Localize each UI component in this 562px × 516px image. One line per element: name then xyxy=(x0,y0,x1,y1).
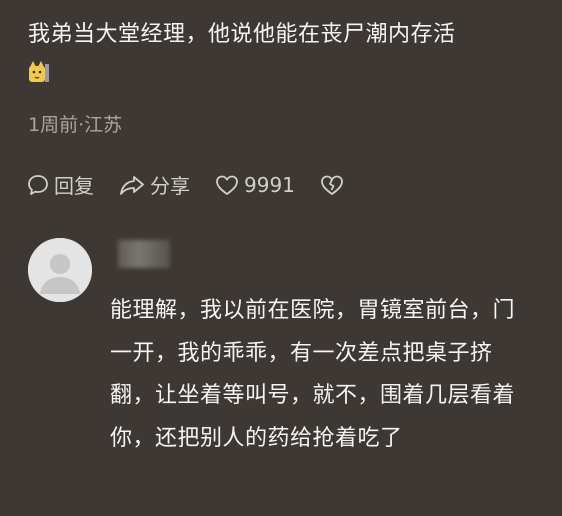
comment-text: 我弟当大堂经理，他说他能在丧尸潮内存活 xyxy=(28,22,456,47)
heart-icon xyxy=(216,175,238,195)
reply-button[interactable]: 回复 xyxy=(26,170,94,199)
dislike-button[interactable] xyxy=(319,173,349,197)
share-arrow-icon xyxy=(120,175,144,195)
broken-heart-icon xyxy=(321,175,343,195)
comment: 我弟当大堂经理，他说他能在丧尸潮内存活 xyxy=(28,18,548,88)
like-button[interactable]: 9991 xyxy=(214,173,295,197)
reply-label: 回复 xyxy=(54,174,94,198)
comment-meta: 1周前·江苏 xyxy=(28,114,123,136)
comment-actions: 回复 分享 9991 xyxy=(26,170,373,199)
cat-sticker-icon xyxy=(28,58,50,82)
comment-bubble-icon xyxy=(28,174,48,195)
share-button[interactable]: 分享 xyxy=(118,170,190,199)
blurred-username xyxy=(118,240,170,268)
reply-text: 能理解，我以前在医院，胃镜室前台，门一开，我的乖乖，有一次差点把桌子挤翻，让坐着… xyxy=(110,298,516,451)
avatar[interactable] xyxy=(28,238,92,302)
share-label: 分享 xyxy=(150,174,190,198)
like-count: 9991 xyxy=(244,172,295,197)
default-user-icon xyxy=(28,238,92,302)
